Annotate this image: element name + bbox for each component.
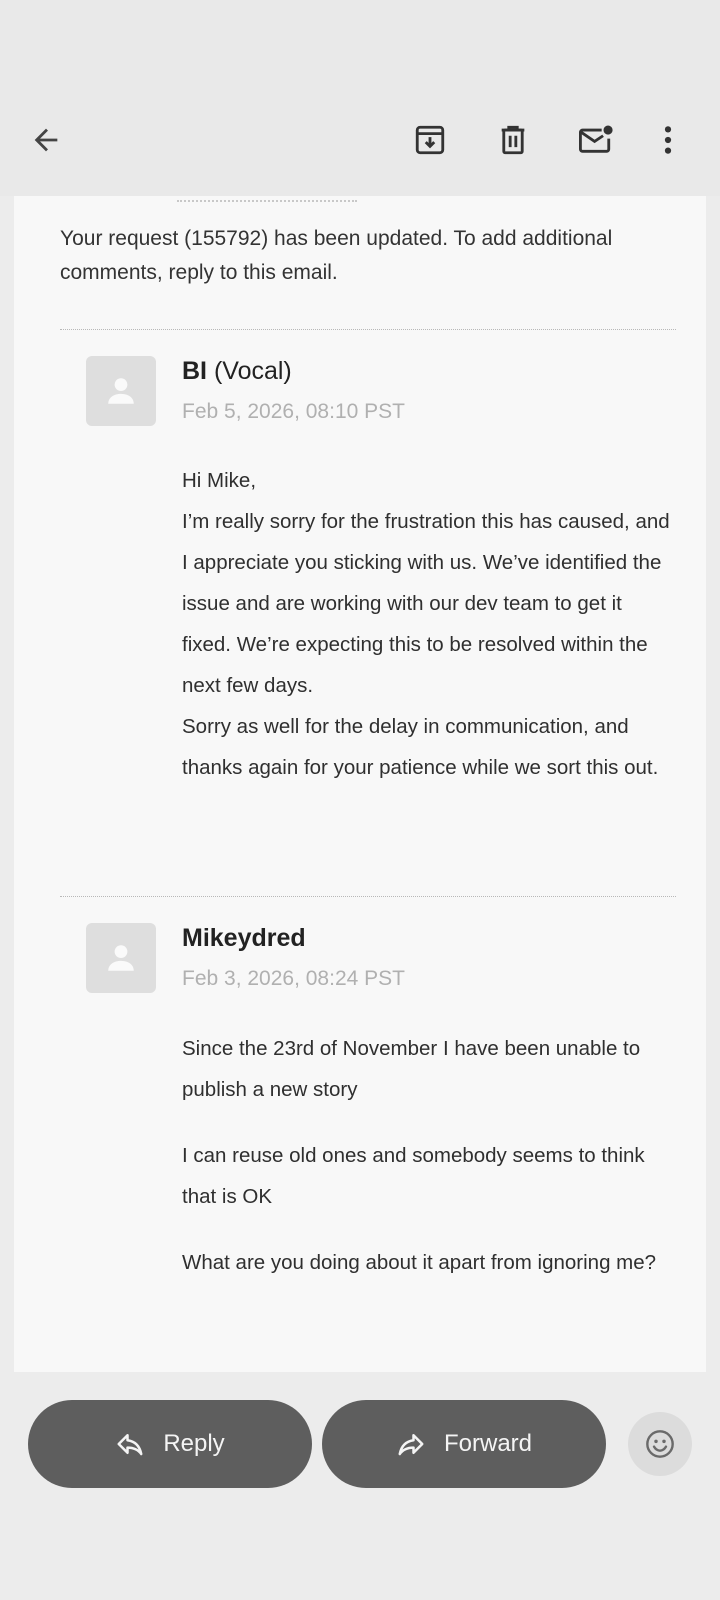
message-paragraph: Hi Mike, xyxy=(182,469,257,492)
message-paragraph: What are you doing about it apart from i… xyxy=(182,1251,657,1274)
forward-label: Forward xyxy=(443,1430,533,1457)
back-arrow-icon[interactable] xyxy=(22,116,70,164)
message-divider xyxy=(60,896,676,897)
trash-icon[interactable] xyxy=(489,116,537,164)
more-vert-icon[interactable] xyxy=(644,116,692,164)
reply-button[interactable]: Reply xyxy=(28,1400,312,1488)
sender-name-bold: Mikeydred xyxy=(182,924,306,952)
emoji-reaction-button[interactable] xyxy=(628,1412,692,1476)
message-paragraph: I can reuse old ones and somebody seems … xyxy=(182,1144,645,1208)
clipped-header-text xyxy=(177,196,357,202)
message-date: Feb 3, 2026, 08:24 PST xyxy=(182,967,405,990)
message-paragraph: Since the 23rd of November I have been u… xyxy=(182,1037,641,1101)
sender-name: BI (Vocal) xyxy=(182,357,292,386)
sender-name-bold: BI xyxy=(182,357,207,385)
person-icon xyxy=(108,945,134,971)
message-date: Feb 5, 2026, 08:10 PST xyxy=(182,400,405,423)
bottom-action-bar: Reply Forward xyxy=(0,1372,720,1600)
message-body: Since the 23rd of November I have been u… xyxy=(182,1028,672,1283)
emoji-reaction-icon xyxy=(646,1430,674,1458)
sender-org: (Vocal) xyxy=(207,357,292,385)
forward-button[interactable]: Forward xyxy=(322,1400,606,1488)
message-paragraph: I’m really sorry for the frustration thi… xyxy=(182,510,670,697)
avatar xyxy=(86,923,156,993)
person-icon xyxy=(108,378,134,404)
email-thread-card: Your request (155792) has been updated. … xyxy=(14,196,706,1372)
avatar xyxy=(86,356,156,426)
message-divider xyxy=(60,329,676,330)
reply-icon xyxy=(117,1434,143,1456)
mark-unread-icon[interactable] xyxy=(572,116,620,164)
forward-icon xyxy=(398,1434,424,1456)
message-paragraph: Sorry as well for the delay in communica… xyxy=(182,715,659,779)
sender-name: Mikeydred xyxy=(182,924,306,953)
email-intro-text: Your request (155792) has been updated. … xyxy=(60,227,613,284)
message-body: Hi Mike, I’m really sorry for the frustr… xyxy=(182,460,672,788)
top-app-bar xyxy=(0,0,720,196)
archive-icon[interactable] xyxy=(406,116,454,164)
reply-label: Reply xyxy=(163,1430,225,1457)
